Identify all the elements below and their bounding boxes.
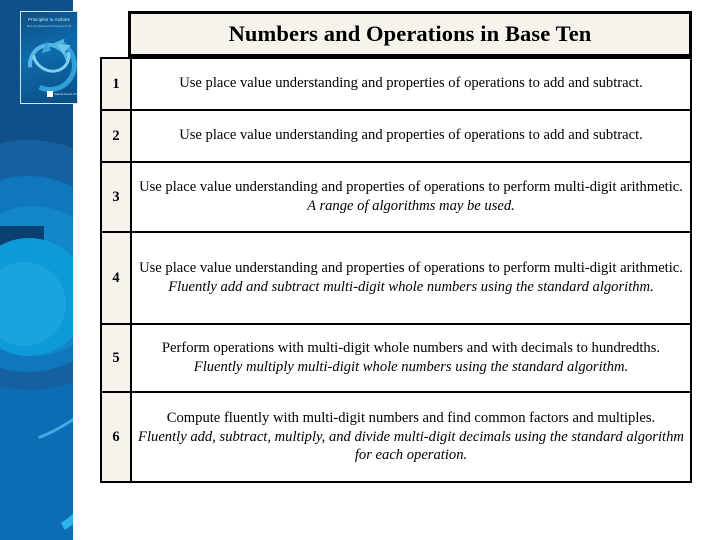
standard-main-text: Perform operations with multi-digit whol… bbox=[161, 339, 661, 356]
standard-note-text: Fluently add, subtract, multiply, and di… bbox=[138, 429, 684, 464]
standard-description-cell: Use place value understanding and proper… bbox=[130, 231, 692, 325]
standard-description-cell: Compute fluently with multi-digit number… bbox=[130, 391, 692, 483]
standard-main-text: Use place value understanding and proper… bbox=[139, 178, 683, 195]
standard-description-cell: Use place value understanding and proper… bbox=[130, 57, 692, 111]
table-row: 3 Use place value understanding and prop… bbox=[100, 161, 692, 233]
book-cover-publisher-logo: National Council of Teachers of Mathemat… bbox=[47, 91, 78, 97]
standard-main-text: Compute fluently with multi-digit number… bbox=[166, 409, 656, 426]
standards-table-body: 1 Use place value understanding and prop… bbox=[100, 57, 692, 483]
grade-number-cell: 2 bbox=[100, 109, 132, 163]
book-cover-publisher: National Council of Teachers of Mathemat… bbox=[54, 92, 78, 96]
table-row: 2 Use place value understanding and prop… bbox=[100, 109, 692, 163]
book-cover-image: Principles to Actions Ensuring Mathemati… bbox=[20, 11, 78, 104]
table-row: 1 Use place value understanding and prop… bbox=[100, 57, 692, 111]
page-title: Numbers and Operations in Base Ten bbox=[228, 21, 592, 46]
standard-main-text: Use place value understanding and proper… bbox=[139, 259, 683, 276]
standard-description-cell: Use place value understanding and proper… bbox=[130, 109, 692, 163]
standards-table: 1 Use place value understanding and prop… bbox=[100, 57, 692, 483]
standard-note-text: Fluently multiply multi-digit whole numb… bbox=[193, 359, 629, 376]
table-row: 5 Perform operations with multi-digit wh… bbox=[100, 323, 692, 393]
grade-number-cell: 5 bbox=[100, 323, 132, 393]
standard-main-text: Use place value understanding and proper… bbox=[179, 127, 643, 144]
grade-number-cell: 3 bbox=[100, 161, 132, 233]
standard-note-text: Fluently add and subtract multi-digit wh… bbox=[168, 279, 654, 296]
grade-number-cell: 6 bbox=[100, 391, 132, 483]
grade-number-cell: 4 bbox=[100, 231, 132, 325]
table-row: 4 Use place value understanding and prop… bbox=[100, 231, 692, 325]
publisher-logo-mark bbox=[47, 91, 53, 97]
standard-description-cell: Use place value understanding and proper… bbox=[130, 161, 692, 233]
book-cover-title: Principles to Actions bbox=[28, 17, 70, 22]
book-cover-subtitle: Ensuring Mathematical Success for All bbox=[26, 25, 72, 28]
standard-main-text: Use place value understanding and proper… bbox=[179, 75, 643, 92]
table-row: 6 Compute fluently with multi-digit numb… bbox=[100, 391, 692, 483]
grade-number-cell: 1 bbox=[100, 57, 132, 111]
standard-note-text: A range of algorithms may be used. bbox=[307, 198, 515, 215]
slide-title-bar: Numbers and Operations in Base Ten bbox=[128, 11, 692, 57]
standard-description-cell: Perform operations with multi-digit whol… bbox=[130, 323, 692, 393]
